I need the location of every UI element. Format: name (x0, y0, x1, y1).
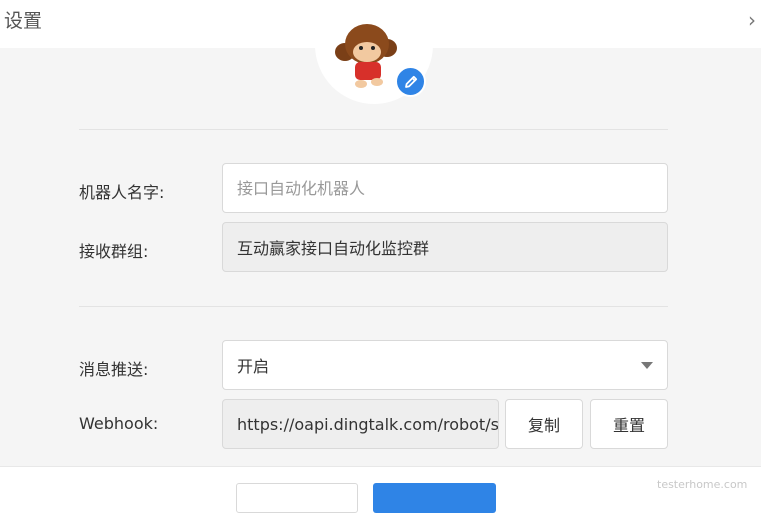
cancel-button[interactable] (236, 483, 358, 513)
webhook-label: Webhook: (79, 414, 159, 433)
push-select-value: 开启 (237, 357, 270, 376)
dialog-title: 设置 (4, 10, 43, 32)
reset-button[interactable]: 重置 (590, 399, 668, 449)
confirm-button[interactable] (373, 483, 496, 513)
chevron-right-icon[interactable]: › (748, 8, 756, 32)
webhook-field[interactable]: https://oapi.dingtalk.com/robot/send?acc… (222, 399, 499, 449)
group-field: 互动赢家接口自动化监控群 (222, 222, 668, 272)
robot-name-input[interactable] (222, 163, 668, 213)
caret-down-icon (641, 362, 653, 369)
group-label: 接收群组: (79, 242, 149, 261)
divider (79, 129, 668, 130)
divider (79, 306, 668, 307)
robot-name-label: 机器人名字: (79, 183, 165, 202)
settings-panel: 机器人名字: 接收群组: 互动赢家接口自动化监控群 消息推送: 开启 Webho… (0, 18, 761, 466)
webhook-value: https://oapi.dingtalk.com/robot/send?acc… (237, 414, 499, 434)
push-select[interactable]: 开启 (222, 340, 668, 390)
push-label: 消息推送: (79, 360, 149, 379)
dialog-footer (0, 466, 761, 513)
copy-button[interactable]: 复制 (505, 399, 583, 449)
watermark: testerhome.com (657, 478, 748, 491)
pencil-icon (404, 75, 417, 88)
group-value: 互动赢家接口自动化监控群 (237, 239, 430, 258)
edit-avatar-button[interactable] (395, 66, 426, 97)
